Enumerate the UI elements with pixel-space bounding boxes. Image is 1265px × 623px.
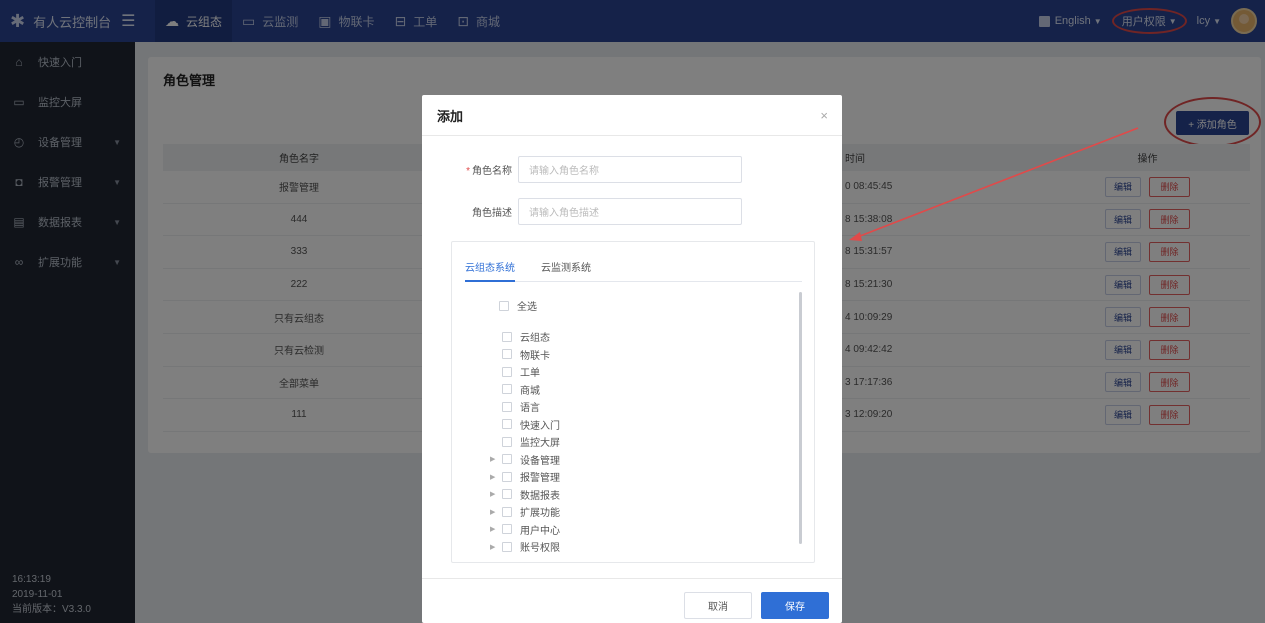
tree-node[interactable]: ▶ 数据报表 — [490, 486, 560, 504]
tree-node[interactable]: ▶ 设备管理 — [490, 451, 560, 469]
caret-right-icon[interactable]: ▶ — [490, 525, 502, 533]
checkbox-icon[interactable] — [502, 454, 512, 465]
tree-node-label: 扩展功能 — [520, 508, 560, 520]
caret-right-icon[interactable]: ▶ — [490, 490, 502, 498]
checkbox-icon[interactable] — [502, 471, 512, 482]
tree-node-label: 设备管理 — [520, 455, 560, 467]
tree-scrollbar[interactable] — [799, 292, 802, 544]
tree-node-label: 用户中心 — [520, 525, 560, 537]
checkbox-icon[interactable] — [502, 401, 512, 412]
cancel-button[interactable]: 取消 — [684, 592, 752, 619]
required-mark: * — [466, 166, 470, 177]
tree-node-label: 报警管理 — [520, 473, 560, 485]
role-name-label: 角色名称 — [472, 166, 512, 177]
checkbox-icon[interactable] — [502, 541, 512, 552]
dialog-title: 添加 — [437, 108, 464, 124]
tree-node[interactable]: ▶ 用户中心 — [490, 521, 560, 539]
role-desc-row: 角色描述 请输入角色描述 — [422, 198, 742, 225]
role-name-row: * 角色名称 请输入角色名称 — [422, 156, 742, 183]
tree-node-label: 工单 — [520, 368, 540, 380]
tree-node[interactable]: 语言 — [490, 398, 560, 416]
tree-node-label: 云组态 — [520, 333, 550, 345]
tree-node[interactable]: 物联卡 — [490, 346, 560, 364]
checkbox-icon[interactable] — [502, 506, 512, 517]
tree-node[interactable]: ▶ 账号权限 — [490, 538, 560, 556]
tree-node[interactable]: 工单 — [490, 363, 560, 381]
tree-node[interactable]: 云组态 — [490, 328, 560, 346]
tree-node-label: 数据报表 — [520, 490, 560, 502]
checkbox-icon[interactable] — [502, 489, 512, 500]
add-role-dialog: 添加 × * 角色名称 请输入角色名称 角色描述 请输入角色描述 云组态系统 云监测… — [422, 95, 842, 623]
tree-node[interactable]: ▶ 扩展功能 — [490, 503, 560, 521]
checkbox-icon — [499, 300, 509, 311]
caret-right-icon[interactable]: ▶ — [490, 473, 502, 481]
checkbox-icon[interactable] — [502, 384, 512, 395]
tree-node-label: 快速入门 — [520, 420, 560, 432]
checkbox-icon[interactable] — [502, 366, 512, 377]
caret-right-icon[interactable]: ▶ — [490, 543, 502, 551]
checkbox-icon[interactable] — [502, 331, 512, 342]
checkbox-icon[interactable] — [502, 436, 512, 447]
tree-node-label: 监控大屏 — [520, 438, 560, 450]
tab-system[interactable]: 云组态系统 — [465, 256, 515, 282]
tree-node[interactable]: 监控大屏 — [490, 433, 560, 451]
role-desc-input[interactable]: 请输入角色描述 — [518, 198, 742, 225]
select-all-checkbox[interactable]: 全选 — [499, 298, 537, 313]
dialog-footer: 取消 保存 — [422, 578, 842, 623]
system-tabs: 云组态系统 云监测系统 — [465, 256, 802, 282]
save-button[interactable]: 保存 — [761, 592, 829, 619]
checkbox-icon[interactable] — [502, 349, 512, 360]
caret-right-icon[interactable]: ▶ — [490, 508, 502, 516]
permission-tree: 云组态物联卡工单商城语言快速入门监控大屏 ▶ 设备管理 ▶ 报警管理 ▶ 数据报表 ▶ 扩展功能… — [490, 328, 560, 556]
tree-node[interactable]: 快速入门 — [490, 416, 560, 434]
role-desc-label: 角色描述 — [472, 208, 512, 219]
tree-node-label: 语言 — [520, 403, 540, 415]
tree-node-label: 物联卡 — [520, 350, 550, 362]
role-name-input[interactable]: 请输入角色名称 — [518, 156, 742, 183]
tree-node-label: 账号权限 — [520, 543, 560, 555]
close-icon[interactable]: × — [820, 108, 828, 123]
tab-system[interactable]: 云监测系统 — [541, 256, 591, 282]
select-all-label: 全选 — [517, 302, 537, 313]
tree-node[interactable]: ▶ 报警管理 — [490, 468, 560, 486]
permission-tree-panel: 云组态系统 云监测系统 全选 云组态 物联卡 工单 商城 语言 快速入门 监控大屏 ▶ 设备管理 ▶… — [451, 241, 815, 563]
dialog-header: 添加 × — [422, 95, 842, 136]
tree-node-label: 商城 — [520, 385, 540, 397]
checkbox-icon[interactable] — [502, 524, 512, 535]
caret-right-icon[interactable]: ▶ — [490, 455, 502, 463]
checkbox-icon[interactable] — [502, 419, 512, 430]
tree-node[interactable]: 商城 — [490, 381, 560, 399]
